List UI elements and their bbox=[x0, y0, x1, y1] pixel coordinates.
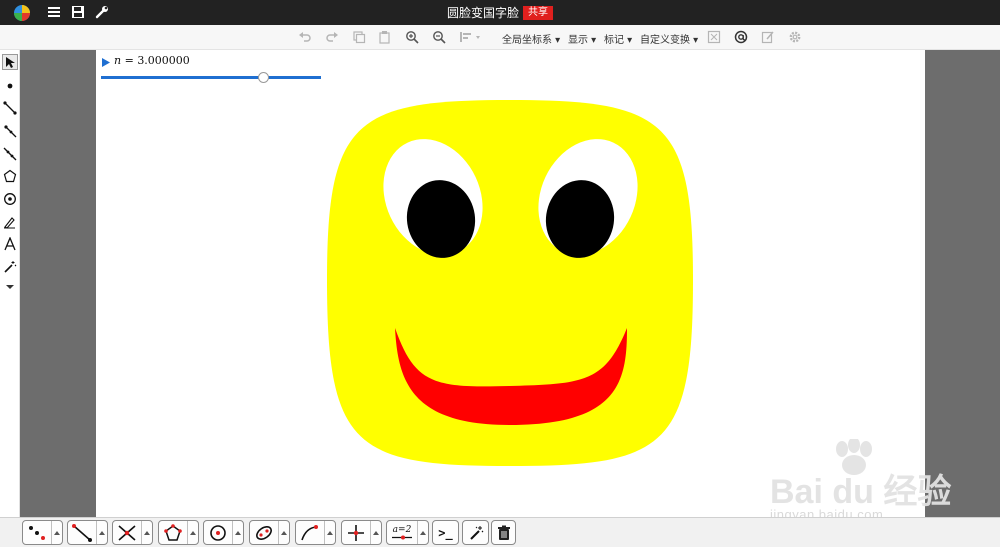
magic-wand-tool-icon[interactable] bbox=[2, 259, 18, 275]
curve-icon bbox=[296, 521, 324, 544]
expression-icon: a=2 bbox=[387, 521, 417, 544]
polygon-tool-icon[interactable] bbox=[2, 168, 18, 184]
intersection-chevron-up-icon[interactable] bbox=[141, 521, 152, 544]
segment-tool-icon[interactable] bbox=[2, 100, 18, 116]
line-icon bbox=[68, 521, 96, 544]
slider-track[interactable] bbox=[101, 76, 321, 79]
left-toolbar bbox=[0, 50, 20, 517]
fullscreen-icon[interactable] bbox=[707, 30, 721, 44]
undo-icon[interactable] bbox=[298, 30, 312, 44]
ellipse-icon bbox=[250, 521, 278, 544]
transform-tool-button[interactable] bbox=[341, 520, 382, 545]
circle-chevron-up-icon[interactable] bbox=[232, 521, 243, 544]
lines-tool-button[interactable] bbox=[67, 520, 108, 545]
align-icon[interactable] bbox=[459, 30, 485, 44]
document-title: 圆脸变国字脸 bbox=[446, 6, 519, 20]
drawing-canvas[interactable] bbox=[96, 50, 925, 517]
points-chevron-up-icon[interactable] bbox=[51, 521, 62, 544]
display-menu[interactable]: 显示 ▾ bbox=[568, 31, 596, 46]
zoom-out-icon[interactable] bbox=[432, 30, 446, 44]
at-share-icon[interactable] bbox=[734, 30, 748, 44]
conic-chevron-up-icon[interactable] bbox=[278, 521, 289, 544]
bottom-toolbar: a=2 >_ bbox=[0, 517, 1000, 547]
points-icon bbox=[23, 521, 51, 544]
transform-chevron-up-icon[interactable] bbox=[370, 521, 381, 544]
command-tool-button[interactable]: >_ bbox=[432, 520, 459, 545]
polygon-chevron-up-icon[interactable] bbox=[187, 521, 198, 544]
global-axes-menu[interactable]: 全局坐标系 ▾ bbox=[502, 31, 560, 46]
polygon-tool-button[interactable] bbox=[158, 520, 199, 545]
expression-tool-button[interactable]: a=2 bbox=[386, 520, 429, 545]
custom-transform-menu[interactable]: 自定义变换 ▾ bbox=[640, 31, 698, 46]
conic-tool-button[interactable] bbox=[249, 520, 290, 545]
settings-icon[interactable] bbox=[788, 30, 802, 44]
crosshair-icon bbox=[342, 521, 370, 544]
magic-wand-icon bbox=[463, 521, 488, 544]
share-button[interactable]: 共享 bbox=[523, 5, 553, 20]
circle-tool-icon[interactable] bbox=[2, 191, 18, 207]
line-tool-icon[interactable] bbox=[2, 146, 18, 162]
intersection-tool-button[interactable] bbox=[112, 520, 153, 545]
intersection-icon bbox=[113, 521, 141, 544]
move-tool-icon[interactable] bbox=[2, 54, 18, 70]
magic-wand-button[interactable] bbox=[462, 520, 489, 545]
expression-label: a=2 bbox=[392, 525, 412, 535]
curve-tool-button[interactable] bbox=[295, 520, 336, 545]
canvas-gutter-left bbox=[20, 50, 96, 517]
menu-icon[interactable] bbox=[47, 5, 61, 19]
play-icon[interactable] bbox=[101, 55, 111, 67]
polygon-icon bbox=[159, 521, 187, 544]
points-tool-button[interactable] bbox=[22, 520, 63, 545]
command-icon: >_ bbox=[433, 521, 458, 544]
text-tool-icon[interactable] bbox=[2, 236, 18, 252]
wrench-icon[interactable] bbox=[95, 5, 109, 19]
redo-icon[interactable] bbox=[325, 30, 339, 44]
zoom-in-icon[interactable] bbox=[405, 30, 419, 44]
expression-chevron-up-icon[interactable] bbox=[417, 521, 428, 544]
curve-chevron-up-icon[interactable] bbox=[324, 521, 335, 544]
canvas-gutter-right bbox=[925, 50, 1000, 517]
more-tools-chevron-down-icon[interactable] bbox=[2, 279, 18, 295]
slider-value: 3.000000 bbox=[137, 54, 190, 67]
slider-equals: = bbox=[121, 54, 138, 67]
copy-icon[interactable] bbox=[352, 30, 366, 44]
trash-icon bbox=[492, 521, 515, 544]
save-icon[interactable] bbox=[71, 5, 85, 19]
point-tool-icon[interactable] bbox=[2, 78, 18, 94]
app-logo-icon[interactable] bbox=[13, 4, 31, 22]
top-header: 圆脸变国字脸 共享 bbox=[0, 0, 1000, 25]
command-label: >_ bbox=[438, 525, 453, 540]
pen-tool-icon[interactable] bbox=[2, 214, 18, 230]
edit-icon[interactable] bbox=[761, 30, 775, 44]
slider-label: n = 3.000000 bbox=[114, 54, 190, 67]
mark-menu[interactable]: 标记 ▾ bbox=[604, 31, 632, 46]
paste-icon[interactable] bbox=[378, 30, 392, 44]
main-toolbar: 全局坐标系 ▾ 显示 ▾ 标记 ▾ 自定义变换 ▾ bbox=[0, 25, 1000, 50]
circle-icon bbox=[204, 521, 232, 544]
delete-button[interactable] bbox=[491, 520, 516, 545]
circle-tool-button[interactable] bbox=[203, 520, 244, 545]
lines-chevron-up-icon[interactable] bbox=[96, 521, 107, 544]
ray-tool-icon[interactable] bbox=[2, 123, 18, 139]
